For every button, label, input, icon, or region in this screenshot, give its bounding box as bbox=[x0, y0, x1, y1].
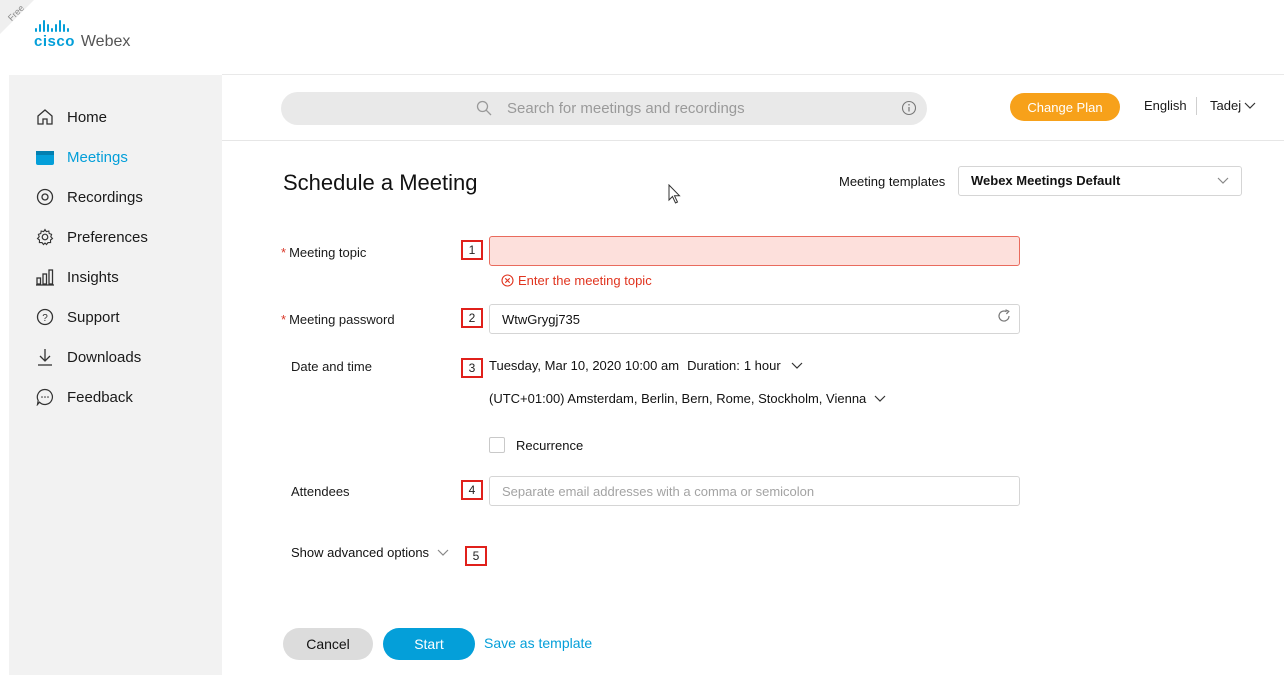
show-advanced-options-toggle[interactable]: Show advanced options bbox=[291, 545, 449, 560]
meeting-password-input[interactable] bbox=[489, 304, 1020, 334]
meeting-templates-select[interactable]: Webex Meetings Default bbox=[958, 166, 1242, 196]
download-icon bbox=[35, 347, 55, 367]
question-icon: ? bbox=[35, 307, 55, 327]
start-button[interactable]: Start bbox=[383, 628, 475, 660]
cisco-wordmark: cisco bbox=[34, 33, 75, 50]
sidebar-item-meetings[interactable]: Meetings bbox=[35, 145, 128, 169]
user-name: Tadej bbox=[1210, 98, 1242, 113]
sidebar-item-support[interactable]: ? Support bbox=[35, 305, 120, 329]
recurrence-checkbox[interactable] bbox=[489, 437, 505, 453]
chevron-down-icon bbox=[1244, 102, 1256, 109]
advanced-options-label: Show advanced options bbox=[291, 545, 430, 560]
chevron-down-icon bbox=[1217, 177, 1229, 184]
error-circle-icon bbox=[501, 274, 514, 287]
sidebar-item-feedback[interactable]: Feedback bbox=[35, 385, 133, 409]
sidebar-item-label: Preferences bbox=[67, 228, 148, 246]
calendar-icon bbox=[35, 147, 55, 167]
language-selector[interactable]: English bbox=[1144, 98, 1187, 113]
annotation-marker-5: 5 bbox=[465, 546, 487, 566]
change-plan-button[interactable]: Change Plan bbox=[1010, 93, 1120, 121]
webex-wordmark: Webex bbox=[80, 33, 131, 50]
insights-icon bbox=[35, 267, 55, 287]
chevron-down-icon bbox=[437, 549, 449, 556]
user-menu[interactable]: Tadej bbox=[1210, 98, 1256, 113]
info-icon[interactable] bbox=[901, 100, 917, 121]
brand-bar: Free cisco Webex bbox=[0, 0, 1284, 75]
sidebar-item-insights[interactable]: Insights bbox=[35, 265, 119, 289]
annotation-marker-1: 1 bbox=[461, 240, 483, 260]
sidebar-item-preferences[interactable]: Preferences bbox=[35, 225, 148, 249]
sidebar-item-label: Home bbox=[67, 108, 108, 126]
sidebar-item-label: Downloads bbox=[67, 348, 142, 366]
svg-text:?: ? bbox=[42, 313, 48, 324]
home-icon bbox=[35, 107, 55, 127]
recordings-icon bbox=[35, 187, 55, 207]
sidebar-item-home[interactable]: Home bbox=[35, 105, 107, 129]
chevron-down-icon[interactable] bbox=[791, 362, 803, 370]
chat-icon bbox=[35, 387, 55, 407]
sidebar-item-label: Insights bbox=[67, 268, 119, 286]
search-input[interactable]: Search for meetings and recordings bbox=[507, 100, 745, 117]
cisco-webex-logo[interactable]: cisco Webex bbox=[34, 20, 130, 51]
timezone-value: (UTC+01:00) Amsterdam, Berlin, Bern, Rom… bbox=[489, 391, 867, 406]
sidebar-item-label: Support bbox=[67, 308, 120, 326]
sidebar-item-label: Feedback bbox=[67, 388, 133, 406]
duration-value[interactable]: 1 hour bbox=[744, 358, 781, 373]
meeting-topic-input[interactable] bbox=[489, 236, 1020, 266]
timezone-row[interactable]: (UTC+01:00) Amsterdam, Berlin, Bern, Rom… bbox=[489, 391, 886, 406]
sidebar-item-label: Recordings bbox=[67, 188, 143, 206]
save-as-template-link[interactable]: Save as template bbox=[484, 635, 592, 651]
header-divider bbox=[222, 140, 1284, 141]
cisco-bars-icon bbox=[35, 20, 130, 32]
annotation-marker-4: 4 bbox=[461, 480, 483, 500]
sidebar-item-downloads[interactable]: Downloads bbox=[35, 345, 141, 369]
duration-label: Duration: bbox=[687, 358, 740, 373]
attendees-label: Attendees bbox=[291, 484, 350, 499]
page-title: Schedule a Meeting bbox=[283, 170, 478, 195]
meeting-templates-label: Meeting templates bbox=[839, 174, 946, 189]
annotation-marker-3: 3 bbox=[461, 358, 483, 378]
chevron-down-icon bbox=[874, 395, 886, 402]
top-divider bbox=[222, 74, 1284, 75]
search-bar[interactable]: Search for meetings and recordings bbox=[281, 92, 927, 125]
date-time-row: Tuesday, Mar 10, 2020 10:00 am Duration:… bbox=[489, 358, 803, 373]
date-time-label: Date and time bbox=[291, 359, 372, 374]
refresh-password-icon[interactable] bbox=[997, 309, 1011, 328]
sidebar: Home Meetings Recordings Preferences Ins… bbox=[9, 75, 222, 675]
mouse-cursor-icon bbox=[668, 183, 682, 209]
sidebar-item-recordings[interactable]: Recordings bbox=[35, 185, 143, 209]
annotation-marker-2: 2 bbox=[461, 308, 483, 328]
recurrence-label: Recurrence bbox=[516, 438, 584, 453]
meeting-templates-value: Webex Meetings Default bbox=[971, 173, 1121, 188]
gear-icon bbox=[35, 227, 55, 247]
date-time-value[interactable]: Tuesday, Mar 10, 2020 10:00 am bbox=[489, 358, 679, 373]
header-separator bbox=[1196, 97, 1197, 115]
sidebar-item-label: Meetings bbox=[67, 148, 128, 166]
cancel-button[interactable]: Cancel bbox=[283, 628, 373, 660]
attendees-input[interactable] bbox=[489, 476, 1020, 506]
meeting-topic-label: * Meeting topic bbox=[281, 245, 367, 260]
search-icon bbox=[476, 100, 492, 121]
meeting-topic-error: Enter the meeting topic bbox=[501, 273, 652, 288]
meeting-password-label: * Meeting password bbox=[281, 312, 395, 327]
